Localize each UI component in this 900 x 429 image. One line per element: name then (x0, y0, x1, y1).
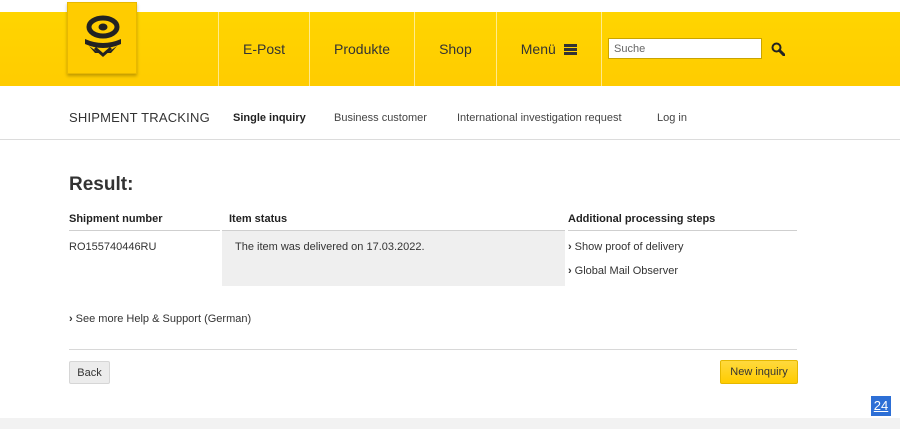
nav-menu[interactable]: Menü (495, 12, 602, 86)
search-input[interactable] (608, 38, 762, 59)
subnav-international-investigation[interactable]: International investigation request (457, 112, 622, 124)
column-header-shipment-number: Shipment number (69, 213, 163, 225)
chevron-right-icon: › (568, 241, 572, 253)
search-button[interactable] (765, 38, 791, 59)
nav-shop[interactable]: Shop (414, 12, 496, 86)
corner-badge[interactable]: 24 (871, 396, 891, 416)
subnav-single-inquiry[interactable]: Single inquiry (233, 112, 306, 124)
footer-band (0, 418, 900, 429)
item-status-text: The item was delivered on 17.03.2022. (235, 241, 425, 253)
result-title: Result: (69, 174, 134, 195)
column-header-item-status: Item status (229, 213, 288, 225)
nav-produkte[interactable]: Produkte (309, 12, 414, 86)
column-header-processing-steps: Additional processing steps (568, 213, 716, 225)
corner-badge-label: 24 (873, 398, 889, 413)
shipment-number-value: RO155740446RU (69, 241, 157, 253)
item-status-cell: The item was delivered on 17.03.2022. (222, 231, 565, 286)
proof-of-delivery-link[interactable]: › Show proof of delivery (568, 241, 684, 253)
new-inquiry-button[interactable]: New inquiry (720, 360, 798, 384)
column-divider (69, 230, 220, 231)
subnav-business-customer[interactable]: Business customer (334, 112, 427, 124)
help-support-label: See more Help & Support (German) (75, 313, 252, 325)
nav-menu-label: Menü (520, 41, 556, 57)
column-divider (568, 230, 797, 231)
post-horn-icon (85, 15, 121, 57)
global-mail-observer-link[interactable]: › Global Mail Observer (568, 265, 678, 277)
post-horn-logo[interactable] (67, 2, 137, 74)
subnav-title: SHIPMENT TRACKING (69, 110, 210, 125)
nav-epost[interactable]: E-Post (218, 12, 309, 86)
chevron-right-icon: › (568, 265, 572, 277)
help-support-link[interactable]: › See more Help & Support (German) (69, 313, 251, 325)
proof-of-delivery-label: Show proof of delivery (574, 241, 684, 253)
main-nav: E-Post Produkte Shop Menü (218, 12, 602, 86)
hamburger-icon (563, 43, 577, 55)
chevron-right-icon: › (69, 313, 73, 325)
tracking-subnav: SHIPMENT TRACKING Single inquiry Busines… (0, 86, 900, 140)
search-icon (771, 42, 785, 56)
global-mail-observer-label: Global Mail Observer (574, 265, 678, 277)
content-divider (69, 349, 797, 350)
search-area (608, 38, 791, 59)
site-header: E-Post Produkte Shop Menü (0, 0, 900, 86)
subnav-log-in[interactable]: Log in (657, 112, 687, 124)
back-button[interactable]: Back (69, 361, 110, 384)
